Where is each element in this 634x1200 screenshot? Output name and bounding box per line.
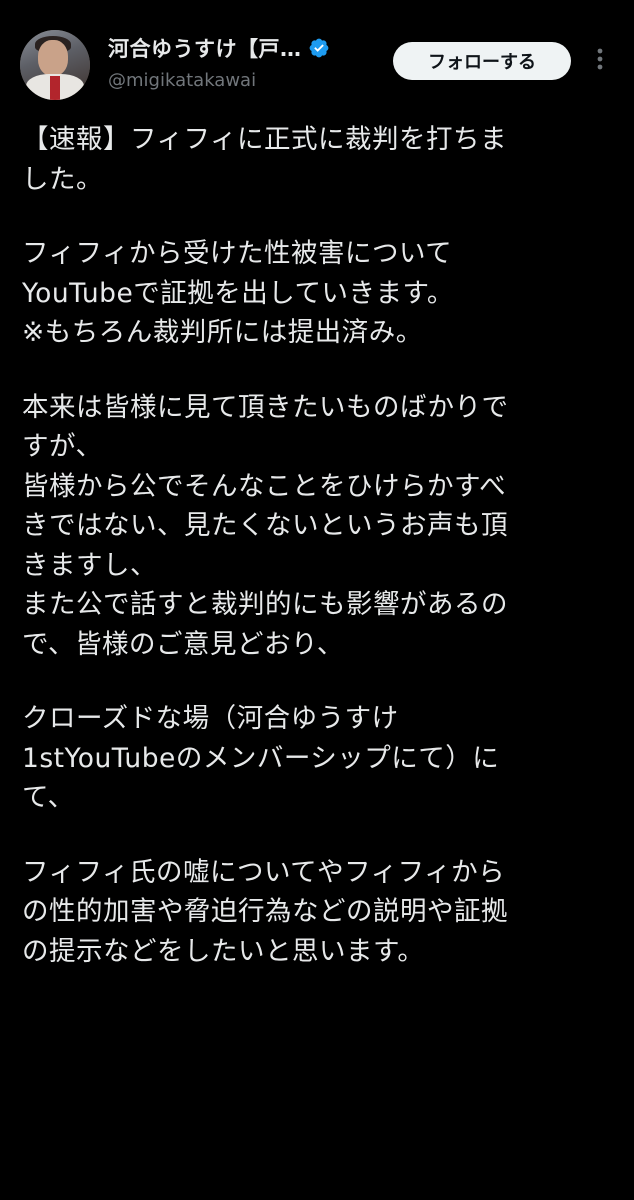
more-options-icon[interactable] [591, 47, 609, 71]
tweet-text-line: すが、 [22, 431, 103, 462]
tweet-text-line: フィフィ氏の嘘についてやフィフィから [22, 856, 506, 888]
tweet-text-line: 【速報】フィフィに正式に裁判を打ちま [22, 124, 507, 155]
tweet-text-line: で、皆様のご意見どおり、 [22, 628, 344, 660]
tweet-text-line: フィフィから受けた性被害について [22, 238, 453, 269]
tweet-text-line: の性的加害や脅迫行為などの説明や証拠 [22, 896, 508, 927]
tweet-text-line: て、 [22, 782, 75, 813]
verified-badge-icon [309, 38, 328, 58]
tweet-text-line: クローズドな場（河合ゆうすけ [22, 703, 399, 734]
tweet-text-line: また公で話すと裁判的にも影響があるの [22, 589, 508, 620]
avatar-tie [50, 76, 60, 100]
tweet-text-line: 皆様から公でそんなことをひけらかすべ [22, 470, 507, 502]
author-display-name[interactable]: 河合ゆうすけ【戸… [108, 33, 302, 63]
tweet-header: 河合ゆうすけ【戸… @migikatakawai フォローする [0, 0, 634, 110]
avatar-face [38, 40, 68, 76]
tweet-text-line: ※もちろん裁判所には提出済み。 [22, 317, 423, 348]
tweet-text-line: YouTubeで証拠を出していきます。 [22, 277, 454, 309]
tweet-text: 【速報】フィフィに正式に裁判を打ちま した。フィフィから受けた性被害について You… [22, 120, 617, 971]
tweet-text-line: の提示などをしたいと思います。 [22, 935, 425, 967]
tweet-text-line: した。 [22, 163, 103, 195]
author-name-row[interactable]: 河合ゆうすけ【戸… [108, 33, 330, 63]
author-handle[interactable]: @migikatakawai [108, 70, 256, 91]
tweet-text-line: きますし、 [22, 549, 157, 581]
tweet-text-line: 1stYouTubeのメンバーシップにて）に [22, 742, 500, 774]
avatar[interactable] [20, 30, 90, 100]
tweet-text-line: きではない、見たくないというお声も頂 [22, 510, 508, 541]
tweet-text-line: 本来は皆様に見て頂きたいものばかりで [22, 391, 509, 423]
follow-button[interactable]: フォローする [393, 42, 571, 80]
